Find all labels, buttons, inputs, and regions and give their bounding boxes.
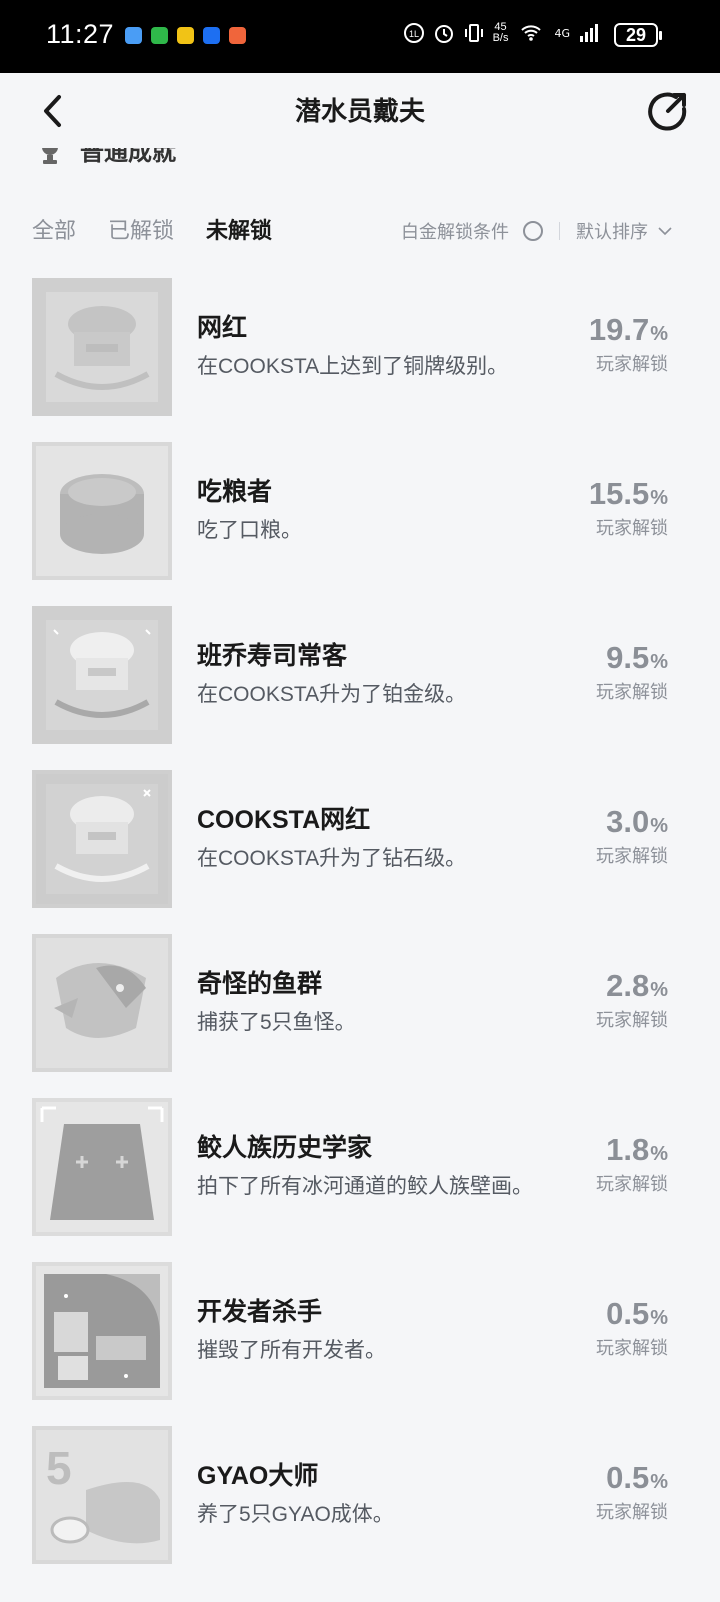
hd-call-icon: 1L (403, 23, 424, 43)
achievement-item[interactable]: 班乔寿司常客 在COOKSTA升为了铂金级。 9.5% 玩家解锁 (0, 606, 720, 770)
tab-locked[interactable]: 未解锁 (206, 213, 272, 245)
unlock-label: 玩家解锁 (596, 354, 668, 374)
achievement-desc: 摧毁了所有开发者。 (197, 1339, 386, 1362)
achievement-name: COOKSTA网红 (197, 806, 371, 834)
unlock-rate: 9.5% 玩家解锁 (596, 640, 668, 702)
unlock-percent: 15.5 (588, 476, 650, 511)
achievement-desc: 捕获了5只鱼怪。 (197, 1011, 356, 1034)
achievement-name: 鲛人族历史学家 (197, 1134, 373, 1162)
unlock-label: 玩家解锁 (596, 1174, 668, 1194)
chevron-down-icon[interactable] (658, 224, 672, 238)
unlock-rate: 19.7% 玩家解锁 (588, 312, 668, 374)
app-notification-icon (177, 27, 194, 44)
unlock-percent: 3.0 (606, 804, 650, 839)
achievement-desc: 吃了口粮。 (197, 519, 302, 542)
page-title: 潜水员戴夫 (294, 97, 425, 127)
gyao-icon: 5 (32, 1426, 172, 1564)
unlock-rate: 3.0% 玩家解锁 (596, 804, 668, 866)
network-type: 4G (554, 26, 570, 40)
unlock-rate: 1.8% 玩家解锁 (596, 1132, 668, 1194)
share-icon[interactable] (646, 89, 690, 133)
achievement-desc: 在COOKSTA升为了钻石级。 (197, 847, 467, 870)
signal-icon (580, 24, 598, 42)
fish-monster-icon (32, 934, 172, 1072)
achievement-desc: 拍下了所有冰河通道的鲛人族壁画。 (197, 1175, 533, 1198)
status-indicators: 1L 45 B/s 4G (403, 22, 600, 44)
unlock-percent: 9.5 (606, 640, 650, 675)
chef-hat-bronze-icon (32, 278, 172, 416)
unlock-rate: 0.5% 玩家解锁 (596, 1296, 668, 1358)
achievement-name: 班乔寿司常客 (197, 642, 348, 670)
trophy-icon (42, 148, 58, 164)
unlock-percent: 0.5 (606, 1296, 650, 1331)
unlock-percent: 0.5 (606, 1460, 650, 1495)
unlock-label: 玩家解锁 (596, 518, 668, 538)
unlock-percent: 2.8 (606, 968, 650, 1003)
svg-text:5: 5 (46, 1442, 72, 1494)
achievement-name: 网红 (197, 314, 248, 342)
chef-hat-diamond-icon (32, 770, 172, 908)
achievement-item[interactable]: 开发者杀手 摧毁了所有开发者。 0.5% 玩家解锁 (0, 1262, 720, 1426)
status-bar: 11:27 1L 45 B/s 4G 29 (0, 0, 720, 73)
achievement-name: GYAO大师 (197, 1462, 319, 1490)
ration-can-icon (32, 442, 172, 580)
achievement-item[interactable]: 吃粮者 吃了口粮。 15.5% 玩家解锁 (0, 442, 720, 606)
filter-controls: 白金解锁条件 默认排序 (401, 218, 672, 244)
unlock-label: 玩家解锁 (596, 846, 668, 866)
unlock-rate: 15.5% 玩家解锁 (588, 476, 668, 538)
wifi-icon (521, 25, 542, 41)
mural-icon (32, 1098, 172, 1236)
unlock-label: 玩家解锁 (596, 1010, 668, 1030)
tab-unlocked[interactable]: 已解锁 (108, 213, 174, 245)
platinum-radio[interactable] (523, 221, 543, 241)
achievement-desc: 在COOKSTA上达到了铜牌级别。 (197, 355, 509, 378)
section-header: 普通成就 (38, 148, 678, 174)
achievement-name: 开发者杀手 (197, 1298, 323, 1326)
achievement-item[interactable]: 网红 在COOKSTA上达到了铜牌级别。 19.7% 玩家解锁 (0, 278, 720, 442)
developer-icon (32, 1262, 172, 1400)
tab-all[interactable]: 全部 (32, 213, 76, 245)
alarm-icon (434, 25, 453, 43)
achievement-item[interactable]: COOKSTA网红 在COOKSTA升为了钻石级。 3.0% 玩家解锁 (0, 770, 720, 934)
unlock-label: 玩家解锁 (596, 1502, 668, 1522)
unlock-rate: 2.8% 玩家解锁 (596, 968, 668, 1030)
unlock-percent: 19.7 (588, 312, 650, 347)
divider (559, 222, 560, 240)
unlock-rate: 0.5% 玩家解锁 (596, 1460, 668, 1522)
chef-hat-platinum-icon (32, 606, 172, 744)
unlock-label: 玩家解锁 (596, 682, 668, 702)
app-notification-icon (229, 27, 246, 44)
net-speed: 45 B/s (492, 21, 509, 44)
vibrate-icon (464, 24, 483, 42)
app-notification-icon (151, 27, 168, 44)
achievement-desc: 养了5只GYAO成体。 (197, 1503, 394, 1526)
notification-icons (125, 27, 246, 44)
achievement-list: 网红 在COOKSTA上达到了铜牌级别。 19.7% 玩家解锁 吃粮者 吃了口粮… (0, 278, 720, 1590)
achievement-item[interactable]: 5 GYAO大师 养了5只GYAO成体。 0.5% 玩家解锁 (0, 1426, 720, 1590)
svg-text:1L: 1L (409, 29, 419, 39)
filter-tabs: 全部 已解锁 未解锁 (32, 213, 272, 245)
status-time: 11:27 (46, 19, 115, 49)
app-notification-icon (125, 27, 142, 44)
platinum-condition-label[interactable]: 白金解锁条件 (401, 218, 509, 244)
battery-indicator: 29 (614, 23, 662, 47)
achievement-item[interactable]: 鲛人族历史学家 拍下了所有冰河通道的鲛人族壁画。 1.8% 玩家解锁 (0, 1098, 720, 1262)
unlock-label: 玩家解锁 (596, 1338, 668, 1358)
achievement-name: 奇怪的鱼群 (197, 970, 323, 998)
sort-dropdown[interactable]: 默认排序 (576, 218, 648, 244)
achievement-desc: 在COOKSTA升为了铂金级。 (197, 683, 467, 706)
achievement-name: 吃粮者 (197, 478, 273, 506)
section-title: 普通成就 (80, 148, 176, 166)
unlock-percent: 1.8 (606, 1132, 650, 1167)
app-notification-icon (203, 27, 220, 44)
achievement-item[interactable]: 奇怪的鱼群 捕获了5只鱼怪。 2.8% 玩家解锁 (0, 934, 720, 1098)
nav-header: 潜水员戴夫 (0, 73, 720, 149)
